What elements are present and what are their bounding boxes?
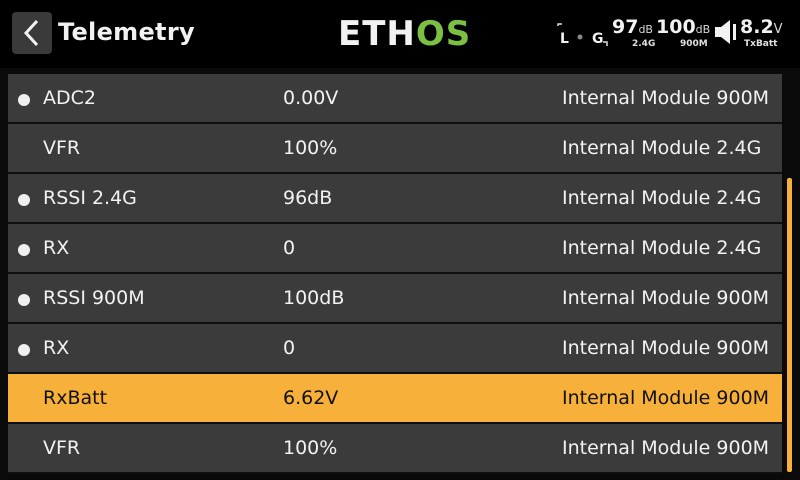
sensor-row[interactable]: RX 0 Internal Module 2.4G <box>8 224 782 274</box>
back-button[interactable] <box>12 12 52 54</box>
sensor-source: Internal Module 900M <box>562 437 770 459</box>
sensor-value: 96dB <box>283 187 333 209</box>
telemetry-sensor-list: ADC2 0.00V Internal Module 900M VFR 100% Inte… <box>8 74 782 474</box>
sensor-value: 0.00V <box>283 87 339 109</box>
sensor-row[interactable]: ADC2 0.00V Internal Module 900M <box>8 74 782 124</box>
chevron-left-icon <box>23 19 39 47</box>
sensor-source: Internal Module 2.4G <box>562 237 762 259</box>
rssi-24-value: 97 <box>612 16 639 38</box>
scrollbar[interactable] <box>787 178 792 472</box>
sensor-row[interactable]: RSSI 2.4G 96dB Internal Module 2.4G <box>8 174 782 224</box>
rssi-24-status: 97dB 2.4G <box>612 16 656 56</box>
sensor-row[interactable]: RSSI 900M 100dB Internal Module 900M <box>8 274 782 324</box>
rssi-24-label: 2.4G <box>632 39 656 49</box>
rssi-900-status: 100dB 900M <box>656 16 710 56</box>
sensor-status-dot-icon <box>18 294 30 306</box>
sensor-source: Internal Module 900M <box>562 337 770 359</box>
header-bar: Telemetry ETHOS L G 97dB 2.4G 100dB 900M… <box>0 0 800 68</box>
sensor-status-dot-icon <box>18 94 30 106</box>
sensor-status-dot-icon <box>18 244 30 256</box>
sensor-value: 0 <box>283 337 296 359</box>
sensor-name: RX <box>43 337 70 359</box>
rssi-900-value: 100 <box>656 16 696 38</box>
sensor-name: RSSI 900M <box>43 287 145 309</box>
sensor-name: ADC2 <box>43 87 96 109</box>
trim-status-icons: L G <box>555 22 611 48</box>
ethos-logo: ETHOS <box>338 14 472 54</box>
sensor-source: Internal Module 2.4G <box>562 137 762 159</box>
tx-battery-label: TxBatt <box>744 39 778 49</box>
tx-battery-unit: V <box>773 22 783 37</box>
tx-battery-status: 8.2V TxBatt <box>740 16 783 56</box>
rssi-900-unit: dB <box>695 23 711 36</box>
sensor-row[interactable]: RX 0 Internal Module 900M <box>8 324 782 374</box>
sensor-name: VFR <box>43 137 81 159</box>
sensor-name: RSSI 2.4G <box>43 187 137 209</box>
sensor-name: RxBatt <box>43 387 108 409</box>
sensor-name: RX <box>43 237 70 259</box>
sensor-value: 100% <box>283 437 338 459</box>
sensor-name: VFR <box>43 437 81 459</box>
svg-text:G: G <box>592 31 604 47</box>
sensor-value: 100dB <box>283 287 345 309</box>
sensor-source: Internal Module 900M <box>562 287 770 309</box>
sensor-value: 6.62V <box>283 387 339 409</box>
trim-icon: L G <box>557 23 608 47</box>
sensor-status-dot-icon <box>18 344 30 356</box>
rssi-24-unit: dB <box>638 23 653 36</box>
sensor-value: 0 <box>283 237 296 259</box>
rssi-900-label: 900M <box>680 39 708 49</box>
sensor-source: Internal Module 900M <box>562 87 770 109</box>
tx-battery-value: 8.2 <box>740 16 774 38</box>
speaker-icon <box>715 20 736 44</box>
sensor-row[interactable]: VFR 100% Internal Module 2.4G <box>8 124 782 174</box>
sensor-value: 100% <box>283 137 338 159</box>
page-title: Telemetry <box>58 18 195 46</box>
svg-text:L: L <box>560 31 569 47</box>
sensor-status-dot-icon <box>18 194 30 206</box>
sensor-source: Internal Module 2.4G <box>562 187 762 209</box>
sensor-source: Internal Module 900M <box>562 387 770 409</box>
sensor-row[interactable]: VFR 100% Internal Module 900M <box>8 424 782 474</box>
sensor-row[interactable]: RxBatt 6.62V Internal Module 900M <box>8 374 782 424</box>
